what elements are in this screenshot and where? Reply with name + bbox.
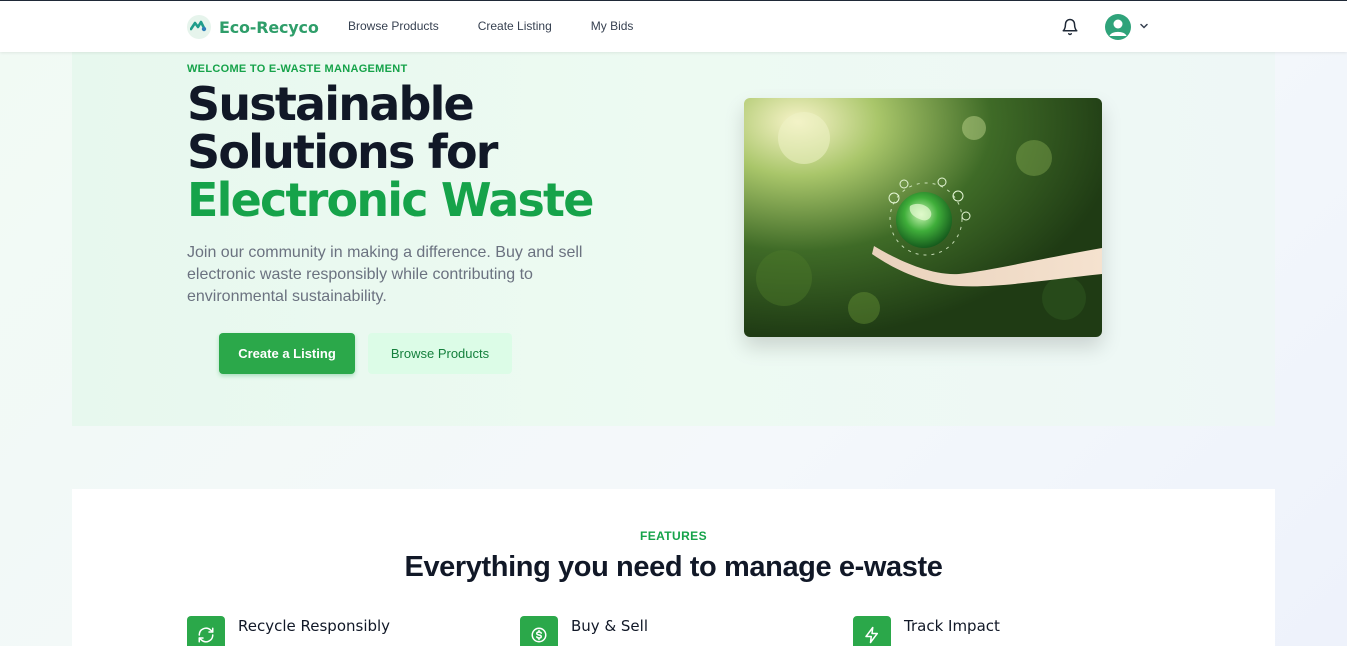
hero-title-accent: Electronic Waste: [187, 173, 594, 227]
hero-eyebrow: WELCOME TO E-WASTE MANAGEMENT: [187, 63, 408, 75]
feature-title: Buy & Sell: [571, 617, 648, 635]
chevron-down-icon: [1139, 18, 1149, 36]
lightning-icon: [853, 616, 891, 646]
browse-products-button[interactable]: Browse Products: [368, 333, 512, 374]
hero-title-line1: Sustainable: [187, 77, 475, 131]
brand-name: Eco-Recyco: [219, 17, 319, 37]
user-menu[interactable]: [1105, 14, 1149, 40]
features-eyebrow: FEATURES: [640, 529, 707, 543]
feature-title: Recycle Responsibly: [238, 617, 391, 635]
feature-recycle: Recycle Responsibly: [187, 616, 390, 646]
create-listing-button[interactable]: Create a Listing: [219, 333, 355, 374]
avatar-icon: [1105, 14, 1131, 40]
features-title: Everything you need to manage e-waste: [404, 551, 943, 583]
notification-bell-icon[interactable]: [1061, 18, 1079, 36]
eco-logo-icon: [187, 15, 211, 39]
hero-globe-image: [744, 98, 1102, 337]
nav-links: Browse Products Create Listing My Bids: [348, 19, 633, 33]
nav-create-listing[interactable]: Create Listing: [478, 19, 552, 33]
hero-title: Sustainable Solutions for Electronic Was…: [187, 80, 657, 224]
brand-logo[interactable]: Eco-Recyco: [187, 14, 319, 40]
recycle-icon: [187, 616, 225, 646]
hero-description: Join our community in making a differenc…: [187, 244, 583, 305]
top-navbar: Eco-Recyco Browse Products Create Listin…: [0, 0, 1347, 52]
feature-title: Track Impact: [904, 617, 1000, 635]
feature-buy-sell: Buy & Sell: [520, 616, 648, 646]
nav-browse-products[interactable]: Browse Products: [348, 19, 439, 33]
dollar-icon: [520, 616, 558, 646]
hero-title-line2: Solutions for: [187, 125, 498, 179]
nav-my-bids[interactable]: My Bids: [591, 19, 634, 33]
feature-track-impact: Track Impact: [853, 616, 1000, 646]
